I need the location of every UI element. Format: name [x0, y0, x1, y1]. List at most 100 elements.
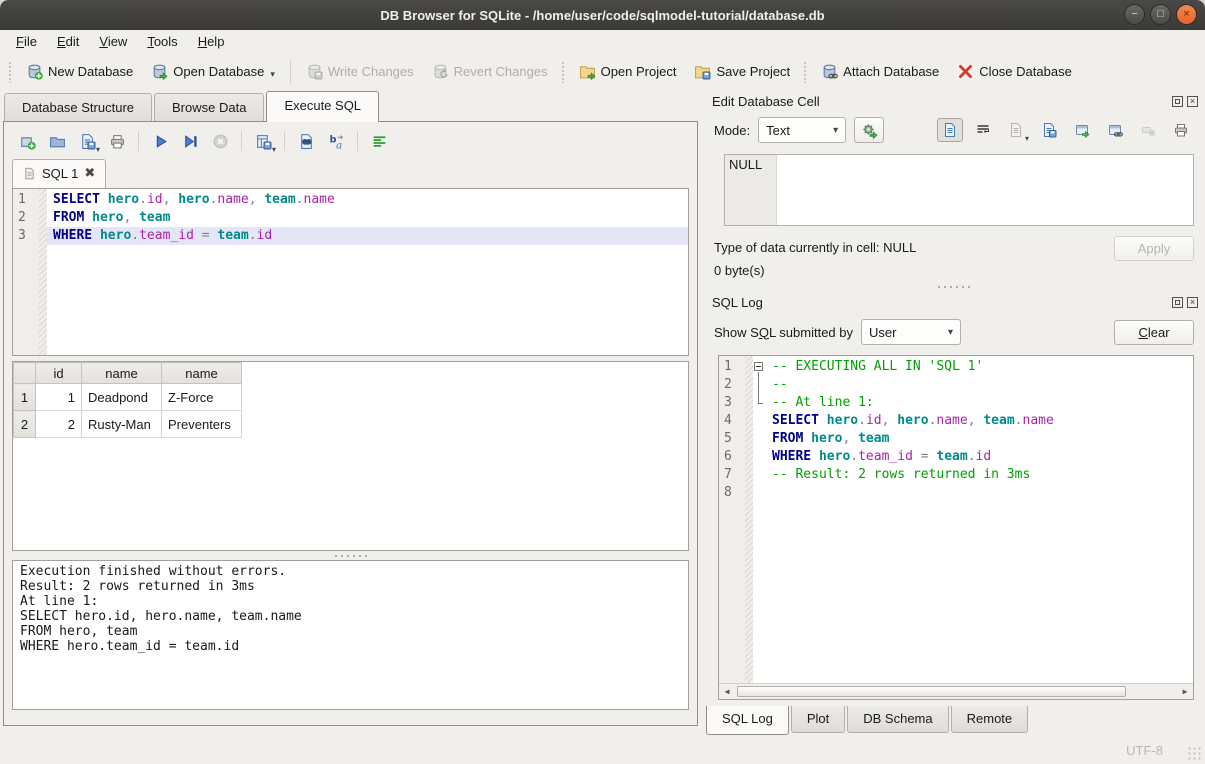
- data-cell[interactable]: Z-Force: [162, 384, 242, 411]
- code-text[interactable]: -- At line 1:: [766, 394, 1193, 412]
- dock-tab-plot[interactable]: Plot: [791, 706, 845, 733]
- tab-execute-sql[interactable]: Execute SQL: [266, 91, 379, 122]
- collapse-icon[interactable]: [754, 362, 763, 371]
- code-text[interactable]: FROM hero, team: [47, 209, 688, 227]
- data-cell[interactable]: Deadpond: [82, 384, 162, 411]
- print-sql-button[interactable]: [104, 129, 130, 153]
- menu-tools[interactable]: Tools: [137, 32, 187, 51]
- text-mode-button[interactable]: [937, 118, 963, 142]
- data-cell[interactable]: Preventers: [162, 411, 242, 438]
- close-sql-tab-icon[interactable]: ✖: [84, 165, 95, 181]
- toolbar-grip[interactable]: [803, 61, 808, 83]
- copy-link-button[interactable]: [1102, 118, 1128, 142]
- close-panel-button[interactable]: ×: [1187, 297, 1198, 308]
- code-text[interactable]: WHERE hero.team_id = team.id: [766, 448, 1193, 466]
- log-filter-combobox[interactable]: User ▾: [861, 319, 961, 345]
- code-text[interactable]: WHERE hero.team_id = team.id: [47, 227, 688, 245]
- code-text[interactable]: -- Result: 2 rows returned in 3ms: [766, 466, 1193, 484]
- execution-message-panel[interactable]: Execution finished without errors.Result…: [12, 560, 689, 710]
- tab-database-structure[interactable]: Database Structure: [4, 93, 152, 122]
- menu-edit[interactable]: Edit: [47, 32, 89, 51]
- code-text[interactable]: SELECT hero.id, hero.name, team.name: [766, 412, 1193, 430]
- column-header-name[interactable]: name: [82, 363, 162, 384]
- find-replace-button[interactable]: ba: [323, 129, 349, 153]
- menu-view[interactable]: View: [89, 32, 137, 51]
- write-changes-button[interactable]: Write Changes: [297, 58, 423, 85]
- new-sql-tab-button[interactable]: [14, 129, 40, 153]
- data-cell[interactable]: 1: [36, 384, 82, 411]
- clear-log-button[interactable]: Clear: [1114, 320, 1194, 345]
- dock-tab-db-schema[interactable]: DB Schema: [847, 706, 948, 733]
- toolbar-grip[interactable]: [561, 61, 566, 83]
- tab-browse-data[interactable]: Browse Data: [154, 93, 264, 122]
- execute-all-button[interactable]: [147, 129, 173, 153]
- code-text[interactable]: FROM hero, team: [766, 430, 1193, 448]
- results-body[interactable]: 11DeadpondZ-Force22Rusty-ManPreventers: [14, 384, 242, 438]
- data-cell[interactable]: 2: [36, 411, 82, 438]
- results-header[interactable]: idnamename: [14, 363, 242, 384]
- new-database-button[interactable]: New Database: [17, 58, 142, 85]
- scrollbar-thumb[interactable]: [737, 686, 1126, 697]
- attach-database-button[interactable]: Attach Database: [812, 58, 948, 85]
- scrollbar-track[interactable]: [735, 684, 1177, 699]
- close-button[interactable]: ×: [1176, 4, 1197, 25]
- close-database-button[interactable]: Close Database: [948, 58, 1081, 85]
- revert-changes-button[interactable]: Revert Changes: [423, 58, 557, 85]
- save-sql-file-button[interactable]: ▾: [74, 129, 100, 153]
- row-header-cell[interactable]: 1: [14, 384, 36, 411]
- code-text[interactable]: SELECT hero.id, hero.name, team.name: [47, 191, 688, 209]
- open-sql-file-button[interactable]: [44, 129, 70, 153]
- scroll-left-icon[interactable]: ◀: [719, 684, 735, 699]
- cell-value-editor[interactable]: NULL: [724, 154, 1194, 226]
- maximize-button[interactable]: □: [1150, 4, 1171, 25]
- save-results-button[interactable]: ▾: [250, 129, 276, 153]
- print-cell-button[interactable]: [1168, 118, 1194, 142]
- resize-grip[interactable]: [1187, 746, 1201, 760]
- apply-button[interactable]: Apply: [1114, 236, 1194, 261]
- sql-document-tab[interactable]: SQL 1 ✖: [12, 159, 106, 188]
- sql-editor[interactable]: 1SELECT hero.id, hero.name, team.name2FR…: [12, 188, 689, 356]
- find-button[interactable]: [293, 129, 319, 153]
- save-project-button[interactable]: Save Project: [685, 58, 799, 85]
- import-data-button[interactable]: ▾: [1003, 118, 1029, 142]
- open-project-button[interactable]: Open Project: [570, 58, 686, 85]
- dropdown-arrow-icon[interactable]: ▾: [270, 69, 275, 80]
- dock-tab-remote[interactable]: Remote: [951, 706, 1029, 733]
- results-grid[interactable]: idnamename 11DeadpondZ-Force22Rusty-ManP…: [12, 361, 689, 551]
- export-data-button[interactable]: [1036, 118, 1062, 142]
- scroll-right-icon[interactable]: ▶: [1177, 684, 1193, 699]
- column-header-name[interactable]: name: [162, 363, 242, 384]
- stop-execution-button[interactable]: [207, 129, 233, 153]
- sql-log-view[interactable]: 1-- EXECUTING ALL IN 'SQL 1'2--3-- At li…: [718, 355, 1194, 700]
- dropdown-arrow-icon[interactable]: ▾: [272, 145, 276, 154]
- menu-help[interactable]: Help: [188, 32, 235, 51]
- cell-text-area[interactable]: [777, 155, 1193, 225]
- apply-mode-button[interactable]: [854, 117, 884, 143]
- corner-header-cell[interactable]: [14, 363, 36, 384]
- data-cell[interactable]: Rusty-Man: [82, 411, 162, 438]
- column-header-id[interactable]: id: [36, 363, 82, 384]
- menu-file[interactable]: File: [6, 32, 47, 51]
- code-text[interactable]: [766, 484, 1193, 502]
- fold-marker[interactable]: [753, 394, 766, 412]
- open-in-external-button[interactable]: [1069, 118, 1095, 142]
- code-text[interactable]: --: [766, 376, 1193, 394]
- auto-format-button[interactable]: [366, 129, 392, 153]
- title-bar[interactable]: DB Browser for SQLite - /home/user/code/…: [0, 0, 1205, 30]
- execute-current-line-button[interactable]: [177, 129, 203, 153]
- float-panel-button[interactable]: [1172, 297, 1183, 308]
- results-message-splitter[interactable]: [4, 551, 697, 560]
- log-horizontal-scrollbar[interactable]: ◀ ▶: [719, 683, 1193, 699]
- float-panel-button[interactable]: [1172, 96, 1183, 107]
- row-header-cell[interactable]: 2: [14, 411, 36, 438]
- dock-splitter[interactable]: [706, 282, 1202, 291]
- mode-combobox[interactable]: Text ▾: [758, 117, 846, 143]
- toolbar-grip[interactable]: [8, 61, 13, 83]
- open-database-button[interactable]: Open Database▾: [142, 58, 284, 85]
- dropdown-arrow-icon[interactable]: ▾: [1025, 134, 1029, 143]
- set-null-button[interactable]: [1135, 118, 1161, 142]
- dock-tab-sql-log[interactable]: SQL Log: [706, 706, 789, 735]
- word-wrap-button[interactable]: [970, 118, 996, 142]
- dropdown-arrow-icon[interactable]: ▾: [96, 145, 100, 154]
- fold-marker[interactable]: [753, 376, 766, 394]
